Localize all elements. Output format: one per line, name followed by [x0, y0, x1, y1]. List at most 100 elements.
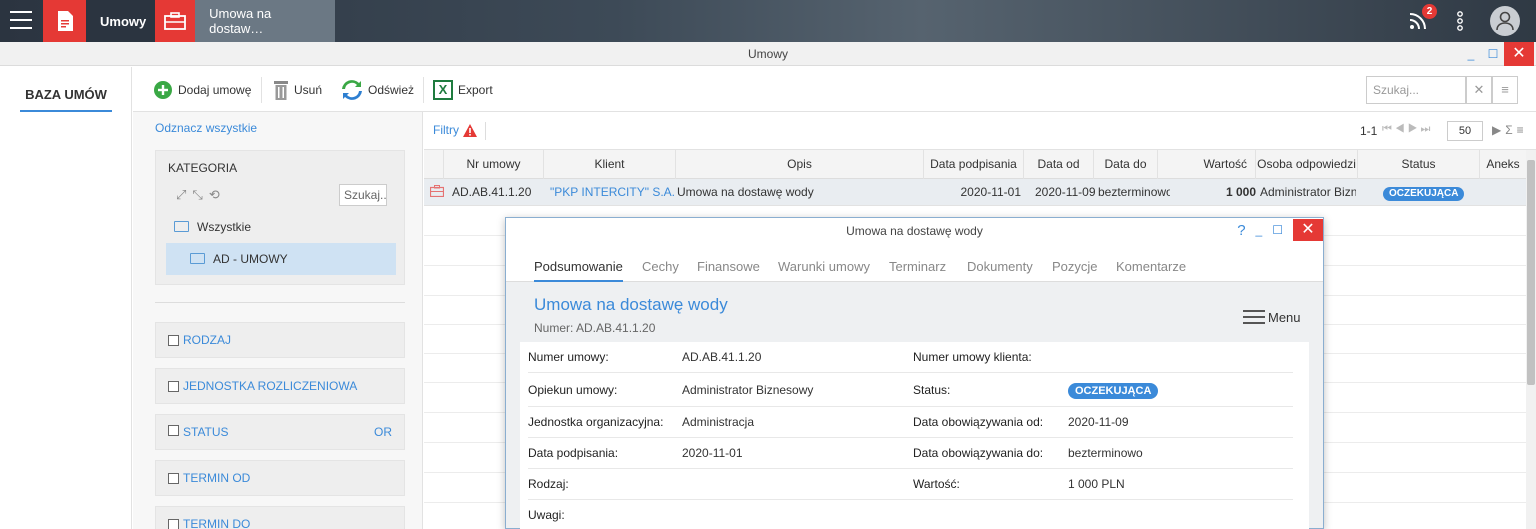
toolbar: Dodaj umowę Usuń Odśwież X Export Szukaj…	[133, 67, 1536, 112]
list-menu-icon[interactable]: ≡	[1492, 76, 1518, 104]
cell-nr: AD.AB.41.1.20	[452, 185, 532, 199]
window-title: Umowy	[747, 47, 788, 61]
checkbox[interactable]	[168, 380, 179, 392]
menu-icon	[1243, 306, 1265, 328]
column-header-osoba[interactable]: Osoba odpowiedzi	[1256, 150, 1358, 179]
taskbar-tab-label: Umowa na dostaw…	[209, 6, 272, 36]
user-avatar[interactable]	[1490, 0, 1520, 42]
pager-range: 1-1	[1360, 124, 1378, 138]
taskbar-tab-contract[interactable]: Umowa na dostaw…	[155, 0, 335, 42]
minimize-button[interactable]: _	[1460, 42, 1482, 66]
cell-osoba: Administrator Biznesowy	[1260, 185, 1356, 199]
refresh-button[interactable]: Odśwież	[341, 79, 414, 101]
filter-status[interactable]: STATUS OR	[155, 414, 405, 450]
export-label: Export	[458, 83, 493, 97]
plus-circle-icon	[154, 81, 172, 99]
cell-klient[interactable]: "PKP INTERCITY" S.A.	[550, 179, 674, 206]
kebab-menu-icon	[1457, 11, 1463, 31]
filter-rodzaj[interactable]: RODZAJ	[155, 322, 405, 358]
trash-icon	[274, 81, 288, 100]
expand-all-icon[interactable]: ⤢	[176, 187, 186, 203]
checkbox[interactable]	[168, 425, 179, 436]
detail-row: Numer umowy: AD.AB.41.1.20 Numer umowy k…	[528, 342, 1293, 373]
checkbox[interactable]	[168, 472, 179, 484]
close-button[interactable]: ✕	[1504, 42, 1534, 66]
grid-options-icons[interactable]: ▶Σ≡	[1492, 123, 1528, 137]
hamburger-menu-icon[interactable]	[10, 11, 32, 29]
cell-aneks	[1484, 179, 1524, 206]
column-header-data-do[interactable]: Data do	[1094, 150, 1158, 179]
category-search-input[interactable]: Szukaj...	[339, 184, 387, 206]
status-badge: OCZEKUJĄCA	[1383, 187, 1465, 201]
checkbox[interactable]	[168, 518, 179, 529]
tab-dokumenty[interactable]: Dokumenty	[967, 259, 1033, 274]
detail-row: Data podpisania: 2020-11-01 Data obowiąz…	[528, 438, 1293, 469]
table-row[interactable]: AD.AB.41.1.20 "PKP INTERCITY" S.A. Umowa…	[424, 179, 1526, 206]
dialog-minimize-button[interactable]: _	[1256, 217, 1263, 244]
tab-pozycje[interactable]: Pozycje	[1052, 259, 1098, 274]
notifications-button[interactable]: 2	[1408, 0, 1438, 42]
column-header-aneks[interactable]: Aneks	[1480, 150, 1526, 179]
tab-cechy[interactable]: Cechy	[642, 259, 679, 274]
category-item-all[interactable]: Wszystkie	[174, 220, 251, 234]
document-icon	[43, 0, 86, 42]
detail-row: Jednostka organizacyjna: Administracja D…	[528, 407, 1293, 438]
dialog-titlebar: Umowa na dostawę wody ? _ ☐ ✕	[506, 218, 1323, 245]
column-header-wartosc[interactable]: Wartość	[1158, 150, 1256, 179]
briefcase-icon	[155, 0, 196, 42]
more-options-button[interactable]	[1456, 0, 1464, 42]
notification-badge: 2	[1422, 4, 1437, 19]
checkbox[interactable]	[168, 334, 179, 346]
briefcase-icon	[430, 185, 444, 199]
contract-heading: Umowa na dostawę wody	[534, 295, 728, 314]
cell-wartosc: 1 000	[1225, 185, 1256, 199]
search-input[interactable]: Szukaj...	[1366, 76, 1466, 104]
dialog-menu-button[interactable]: Menu	[1243, 306, 1301, 328]
column-header-data-od[interactable]: Data od	[1024, 150, 1094, 179]
tab-terminarz[interactable]: Terminarz	[889, 259, 946, 274]
category-item-ad-umowy[interactable]: AD - UMOWY	[166, 243, 396, 275]
filter-termin-od[interactable]: TERMIN OD	[155, 460, 405, 496]
taskbar-tab-umowy[interactable]: Umowy	[43, 0, 161, 42]
filter-jednostka[interactable]: JEDNOSTKA ROZLICZENIOWA	[155, 368, 405, 404]
dialog-close-button[interactable]: ✕	[1293, 219, 1323, 241]
collapse-all-icon[interactable]: ⤡	[192, 187, 202, 203]
scrollbar-thumb[interactable]	[1527, 160, 1535, 385]
tab-podsumowanie[interactable]: Podsumowanie	[534, 259, 623, 282]
export-button[interactable]: X Export	[433, 79, 493, 101]
left-navigation: BAZA UMÓW	[0, 67, 132, 529]
taskbar: Umowy Umowa na dostaw… 2	[0, 0, 1536, 42]
cell-data-do: bezterminowo	[1098, 185, 1170, 199]
deselect-all-link[interactable]: Odznacz wszystkie	[155, 121, 257, 135]
page-size-input[interactable]: 50	[1447, 121, 1483, 141]
grid-header: Nr umowy Klient Opis Data podpisania Dat…	[424, 150, 1526, 179]
maximize-button[interactable]: ☐	[1482, 42, 1504, 66]
column-header-status[interactable]: Status	[1358, 150, 1480, 179]
help-button[interactable]: ?	[1237, 217, 1245, 244]
grid-scrollbar[interactable]	[1526, 150, 1536, 529]
filters-toggle[interactable]: Filtry	[433, 123, 477, 137]
column-header-data-podpisania[interactable]: Data podpisania	[924, 150, 1024, 179]
dialog-tabs: Podsumowanie Cechy Finansowe Warunki umo…	[506, 245, 1323, 282]
column-header-klient[interactable]: Klient	[544, 150, 676, 179]
column-header-opis[interactable]: Opis	[676, 150, 924, 179]
sync-icon[interactable]: ⟲	[209, 187, 220, 203]
column-header-nr[interactable]: Nr umowy	[444, 150, 544, 179]
delete-button[interactable]: Usuń	[273, 79, 322, 101]
detail-row: Opiekun umowy: Administrator Biznesowy S…	[528, 373, 1293, 407]
nav-item-baza-umow[interactable]: BAZA UMÓW	[20, 87, 112, 112]
user-icon	[1490, 6, 1520, 36]
tab-warunki-umowy[interactable]: Warunki umowy	[778, 259, 870, 274]
warning-icon	[463, 123, 477, 137]
status-badge: OCZEKUJĄCA	[1068, 383, 1159, 399]
dialog-maximize-button[interactable]: ☐	[1272, 217, 1283, 244]
tab-komentarze[interactable]: Komentarze	[1116, 259, 1186, 274]
tab-finansowe[interactable]: Finansowe	[697, 259, 760, 274]
or-toggle[interactable]: OR	[374, 425, 392, 439]
add-contract-button[interactable]: Dodaj umowę	[153, 79, 251, 101]
contract-number: Numer: AD.AB.41.1.20	[534, 321, 656, 335]
filter-termin-do[interactable]: TERMIN DO	[155, 506, 405, 529]
delete-label: Usuń	[294, 83, 323, 97]
clear-search-icon[interactable]: ✕	[1466, 76, 1492, 104]
pager-nav-icons[interactable]: ⏮◀▶⏭	[1382, 123, 1433, 136]
